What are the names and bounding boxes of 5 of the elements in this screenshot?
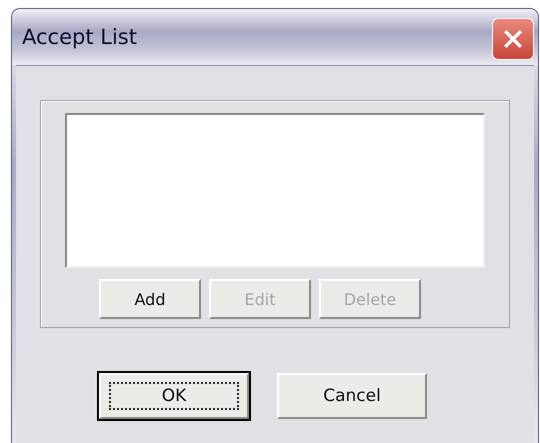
dialog-button[interactable]: OK [99,373,249,419]
dialog-button[interactable]: Cancel [277,373,427,419]
close-button[interactable] [492,18,534,60]
list-action-button[interactable]: Add [99,279,201,319]
window-title: Accept List [22,25,137,49]
